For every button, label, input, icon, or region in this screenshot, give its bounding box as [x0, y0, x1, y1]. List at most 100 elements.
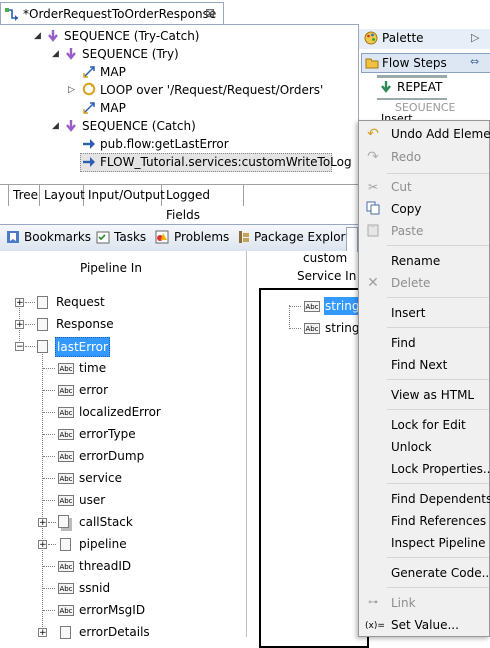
- string-field-icon: Abc: [58, 583, 74, 594]
- tab-problems[interactable]: Problems: [174, 230, 229, 244]
- flow-service-icon: [5, 7, 19, 21]
- menu-item-copy[interactable]: Copy: [391, 202, 421, 216]
- pipeline-field[interactable]: error: [79, 381, 108, 399]
- palette-item-insert[interactable]: Insert: [381, 112, 413, 120]
- menu-item-cut[interactable]: Cut: [391, 180, 412, 194]
- menu-item-find-next[interactable]: Find Next: [391, 358, 447, 372]
- pipeline-field[interactable]: errorType: [79, 425, 136, 443]
- undo-icon: ↶: [367, 126, 379, 142]
- menu-item-generate-code[interactable]: Generate Code...: [391, 566, 490, 580]
- expand-arrow-icon[interactable]: ▷: [68, 85, 75, 95]
- tab-logged-fields[interactable]: Logged Fields: [162, 185, 244, 222]
- flow-step[interactable]: MAP: [100, 63, 126, 81]
- service-field-selected[interactable]: string: [324, 297, 361, 315]
- pipeline-field[interactable]: errorDump: [79, 447, 144, 465]
- tree-line: [48, 522, 56, 523]
- palette-item-repeat[interactable]: REPEAT: [397, 80, 442, 94]
- menu-item-find-references[interactable]: Find References: [391, 514, 486, 528]
- menu-separator: [387, 297, 489, 298]
- document-icon: [60, 626, 71, 639]
- tree-line: [48, 544, 56, 545]
- string-field-icon: Abc: [58, 451, 74, 462]
- pipeline-field[interactable]: pipeline: [79, 535, 127, 553]
- flow-step[interactable]: SEQUENCE (Try-Catch): [64, 27, 200, 45]
- tab-package-explorer[interactable]: Package Explorer: [254, 230, 358, 244]
- pipeline-field[interactable]: errorMsgID: [79, 601, 145, 619]
- flow-step[interactable]: SEQUENCE (Catch): [82, 117, 196, 135]
- menu-separator: [387, 409, 489, 410]
- tab-tree[interactable]: Tree: [8, 185, 40, 206]
- tab-layout[interactable]: Layout: [40, 185, 85, 206]
- menu-item-lock-properties[interactable]: Lock Properties...: [391, 462, 490, 476]
- tree-line: [43, 434, 55, 435]
- editor-tab[interactable]: *OrderRequestToOrderResponse ⊠: [0, 2, 224, 24]
- expand-toggle[interactable]: +: [38, 518, 47, 528]
- tab-bookmarks[interactable]: Bookmarks: [24, 230, 91, 244]
- tab-input-output[interactable]: Input/Output: [84, 185, 165, 206]
- menu-item-undo[interactable]: Undo Add Element: [391, 127, 490, 141]
- flow-step[interactable]: pub.flow:getLastError: [100, 135, 229, 153]
- pipeline-field[interactable]: threadID: [79, 557, 131, 575]
- tree-line: [43, 456, 55, 457]
- pipeline-field[interactable]: time: [79, 359, 106, 377]
- menu-item-paste[interactable]: Paste: [391, 224, 423, 238]
- pipeline-node-response[interactable]: Response: [56, 315, 114, 333]
- menu-item-delete[interactable]: Delete: [391, 276, 430, 290]
- menu-item-view-as-html[interactable]: View as HTML: [391, 388, 474, 402]
- copy-icon: [365, 201, 381, 217]
- menu-item-unlock[interactable]: Unlock: [391, 440, 432, 454]
- flow-step[interactable]: MAP: [100, 99, 126, 117]
- bookmark-icon: [6, 230, 20, 244]
- tree-line: [43, 588, 55, 589]
- collapse-arrow-icon[interactable]: ◢: [34, 31, 41, 41]
- menu-item-redo[interactable]: Redo: [391, 150, 421, 164]
- menu-item-inspect-pipeline[interactable]: Inspect Pipeline Re: [391, 536, 490, 550]
- menu-separator: [387, 483, 489, 484]
- pipeline-node-lasterror-selected[interactable]: lastError: [55, 337, 110, 357]
- pipeline-field[interactable]: user: [79, 491, 105, 509]
- tree-line: [289, 305, 290, 327]
- double-arrow-icon[interactable]: ⇔: [470, 55, 479, 68]
- collapse-arrow-icon[interactable]: ◢: [52, 49, 59, 59]
- menu-item-link[interactable]: Link: [391, 596, 416, 610]
- palette-item-sequence[interactable]: SEQUENCE: [395, 101, 455, 111]
- palette-collapse-icon[interactable]: ▷: [471, 31, 479, 44]
- service-in-panel: custom Service In Abc string Abc string.: [247, 251, 369, 648]
- menu-item-rename[interactable]: Rename: [391, 254, 440, 268]
- pipeline-field[interactable]: ssnid: [79, 579, 110, 597]
- palette-header[interactable]: Palette ▷: [359, 29, 490, 49]
- menu-item-find-dependents[interactable]: Find Dependents: [391, 492, 490, 506]
- paste-icon: [365, 223, 381, 239]
- tree-line: [43, 566, 55, 567]
- collapse-arrow-icon[interactable]: ◢: [52, 121, 59, 131]
- string-field-icon: Abc: [58, 605, 74, 616]
- sequence-icon: [64, 47, 78, 61]
- menu-separator: [387, 173, 489, 174]
- map-icon: [82, 65, 96, 79]
- tab-tasks[interactable]: Tasks: [114, 230, 146, 244]
- menu-item-set-value[interactable]: Set Value...: [391, 618, 459, 632]
- tree-line: [43, 610, 55, 611]
- pipeline-field[interactable]: errorDetails: [79, 623, 150, 637]
- pipeline-node-request[interactable]: Request: [56, 293, 105, 311]
- flow-step-selected[interactable]: FLOW_Tutorial.services:customWriteToLog: [100, 153, 352, 171]
- pipeline-field[interactable]: callStack: [79, 513, 133, 531]
- menu-item-lock-for-edit[interactable]: Lock for Edit: [391, 418, 466, 432]
- expand-toggle[interactable]: +: [15, 298, 24, 308]
- flow-step[interactable]: SEQUENCE (Try): [82, 45, 179, 63]
- close-icon[interactable]: ⊠: [205, 6, 215, 20]
- pipeline-field[interactable]: service: [79, 469, 122, 487]
- menu-item-insert[interactable]: Insert: [391, 306, 425, 320]
- palette-icon: [364, 31, 378, 45]
- collapse-toggle[interactable]: −: [15, 342, 24, 352]
- expand-toggle[interactable]: +: [15, 320, 24, 330]
- palette-group-flow-steps[interactable]: Flow Steps ⇔: [361, 53, 490, 73]
- flow-step[interactable]: LOOP over '/Request/Request/Orders': [100, 81, 323, 99]
- menu-item-find[interactable]: Find: [391, 336, 416, 350]
- expand-toggle[interactable]: +: [38, 540, 47, 550]
- pipeline-field[interactable]: localizedError: [79, 403, 161, 421]
- active-tab-edge[interactable]: [346, 227, 358, 251]
- pipeline-in-title: Pipeline In: [80, 261, 142, 275]
- expand-toggle[interactable]: +: [38, 628, 47, 638]
- tree-line: [289, 328, 301, 329]
